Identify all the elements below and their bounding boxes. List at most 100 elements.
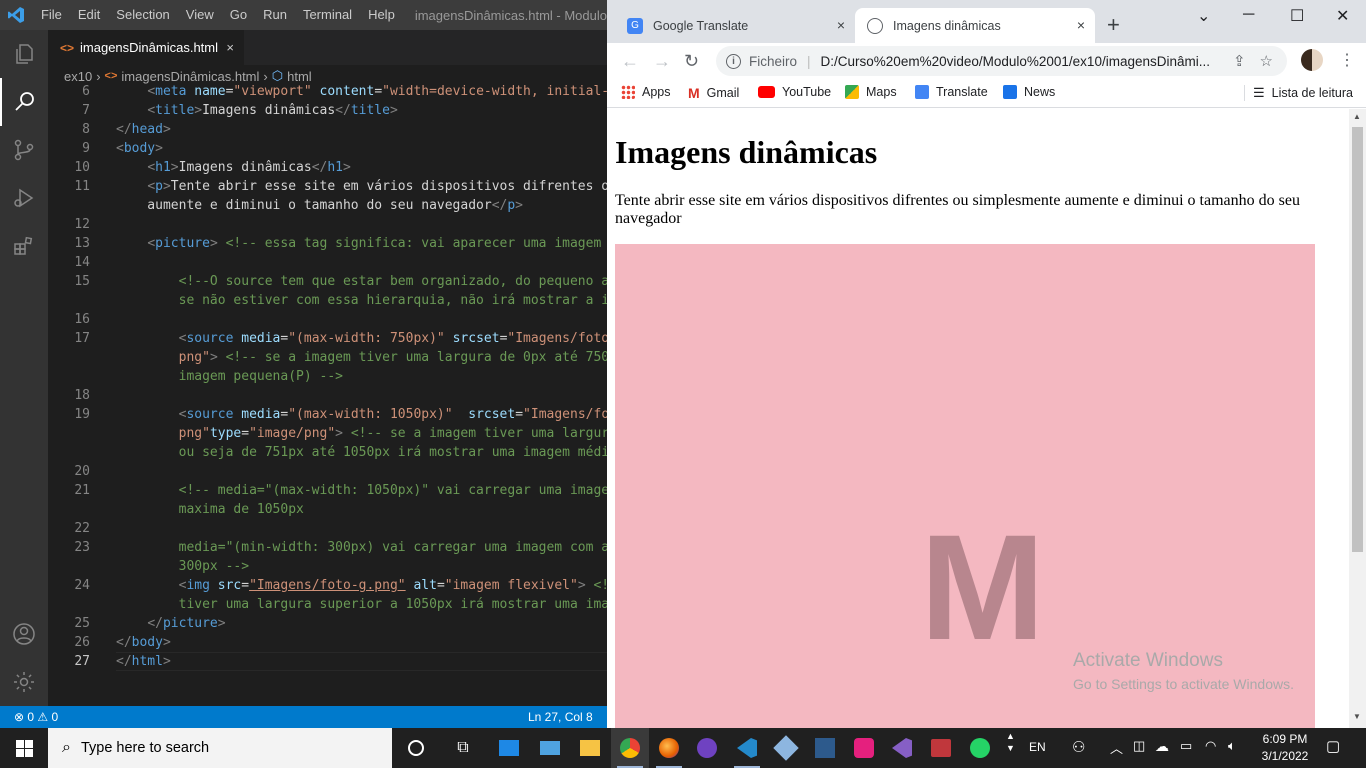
code-line: <source media="(max-width: 750px)" srcse… xyxy=(178,331,607,346)
taskbar-search[interactable]: ⌕ Type here to search xyxy=(48,728,392,768)
new-tab-button[interactable]: + xyxy=(1107,14,1120,36)
firefox-app-icon[interactable] xyxy=(650,728,688,768)
tab-search-icon[interactable]: ⌄ xyxy=(1197,6,1210,26)
scrollbar-thumb[interactable] xyxy=(1352,127,1363,552)
scroll-up-arrow-icon[interactable]: ▲ xyxy=(1353,112,1361,121)
line-number: 20 xyxy=(74,464,90,479)
line-number: 16 xyxy=(74,312,90,327)
wifi-icon[interactable]: ◠ xyxy=(1205,738,1216,754)
apps-grid-icon xyxy=(621,85,635,99)
watermark-title: Activate Windows xyxy=(1073,650,1223,671)
bookmarks-bar: Apps M Gmail YouTube Maps Translate News… xyxy=(607,79,1366,108)
code-line: se não estiver com essa hierarquia, não … xyxy=(178,293,607,308)
github-desktop-icon[interactable] xyxy=(688,728,726,768)
bookmark-translate[interactable]: Translate xyxy=(915,85,988,99)
code-editor[interactable]: 6 7 8 9 10 11 12 13 14 15 16 17 18 19 20 21 22 23 24 25 26 27… xyxy=(48,82,607,702)
tab-title: Google Translate xyxy=(653,18,749,33)
file-explorer-icon[interactable] xyxy=(571,728,609,768)
accounts-icon[interactable] xyxy=(0,610,48,658)
chrome-window: G Google Translate × Imagens dinâmicas ×… xyxy=(607,0,1366,728)
info-icon[interactable]: i xyxy=(726,53,741,69)
more-menu-icon[interactable]: ⋮ xyxy=(1339,50,1355,70)
source-control-icon[interactable] xyxy=(0,126,48,174)
address-url[interactable]: D:/Curso%20em%20video/Modulo%2001/ex10/i… xyxy=(821,54,1233,69)
battery-icon[interactable]: ▭ xyxy=(1180,738,1192,754)
forward-arrow-icon[interactable]: → xyxy=(653,51,671,72)
image-letter: M xyxy=(920,503,1045,671)
vscode-app-icon[interactable] xyxy=(728,728,766,768)
share-icon[interactable]: ⇪ xyxy=(1233,52,1246,70)
back-arrow-icon[interactable]: ← xyxy=(621,51,639,72)
extensions-icon[interactable] xyxy=(0,222,48,270)
page-content: Imagens dinâmicas Tente abrir esse site … xyxy=(607,109,1349,728)
remote-desktop-app-icon[interactable] xyxy=(531,728,569,768)
page-scrollbar[interactable]: ▲ ▼ xyxy=(1349,109,1366,728)
browser-toolbar: ← → ↻ i Ficheiro | D:/Curso%20em%20video… xyxy=(607,43,1366,79)
mysql-workbench-icon[interactable] xyxy=(806,728,844,768)
maximize-icon[interactable]: ☐ xyxy=(1290,6,1304,26)
profile-avatar[interactable] xyxy=(1301,49,1323,71)
reload-icon[interactable]: ↻ xyxy=(684,51,699,72)
menu-terminal[interactable]: Terminal xyxy=(295,0,360,30)
chrome-app-icon[interactable] xyxy=(611,728,649,768)
code-line: <source media="(max-width: 1050px)" srcs… xyxy=(178,407,607,422)
tab-close-icon[interactable]: × xyxy=(837,17,845,33)
menu-help[interactable]: Help xyxy=(360,0,403,30)
onedrive-cloud-icon[interactable]: ☁ xyxy=(1155,738,1169,755)
notifications-icon[interactable]: ▢ xyxy=(1326,737,1340,755)
explorer-icon[interactable] xyxy=(0,30,48,78)
language-indicator[interactable]: EN xyxy=(1029,740,1046,754)
show-hidden-icons-icon[interactable]: ︿ xyxy=(1110,738,1123,757)
menu-run[interactable]: Run xyxy=(255,0,295,30)
reading-list-button[interactable]: ☰ Lista de leitura xyxy=(1244,85,1353,101)
bookmark-news[interactable]: News xyxy=(1003,85,1055,99)
code-line: ou seja de 751px até 1050px irá mostrar … xyxy=(178,445,607,460)
browser-tab-google-translate[interactable]: G Google Translate × xyxy=(615,8,855,43)
tab-close-icon[interactable]: × xyxy=(226,40,234,55)
minimize-icon[interactable]: ─ xyxy=(1243,6,1254,24)
visual-studio-icon[interactable] xyxy=(883,728,921,768)
windows-logo-icon xyxy=(15,739,33,757)
bookmark-apps[interactable]: Apps xyxy=(621,85,671,99)
code-line: png"> <!-- se a imagem tiver uma largura… xyxy=(178,350,607,365)
editor-tab-active[interactable]: <> imagensDinâmicas.html × xyxy=(48,30,244,65)
wamp-app-icon[interactable] xyxy=(845,728,883,768)
search-icon: ⌕ xyxy=(62,739,71,756)
menu-go[interactable]: Go xyxy=(222,0,255,30)
browser-tab-imagens-dinamicas[interactable]: Imagens dinâmicas × xyxy=(855,8,1095,43)
bookmark-maps[interactable]: Maps xyxy=(845,85,897,99)
volume-icon[interactable]: 🔈︎ xyxy=(1228,738,1236,754)
status-cursor-position[interactable]: Ln 27, Col 8 xyxy=(528,710,593,724)
bookmark-star-icon[interactable]: ☆ xyxy=(1260,52,1273,70)
task-view-icon[interactable]: ⧉ xyxy=(444,728,482,768)
meet-now-icon[interactable]: ◫ xyxy=(1133,738,1145,754)
menu-file[interactable]: File xyxy=(33,0,70,30)
menu-edit[interactable]: Edit xyxy=(70,0,108,30)
bookmark-youtube[interactable]: YouTube xyxy=(758,85,831,99)
access-app-icon[interactable] xyxy=(922,728,960,768)
whatsapp-icon[interactable] xyxy=(961,728,999,768)
tab-close-icon[interactable]: × xyxy=(1077,17,1085,33)
people-icon[interactable]: ⚇ xyxy=(1072,738,1085,756)
start-button[interactable] xyxy=(0,728,48,768)
menu-view[interactable]: View xyxy=(178,0,222,30)
run-debug-icon[interactable] xyxy=(0,174,48,222)
status-problems[interactable]: ⊗ 0 ⚠ 0 xyxy=(14,710,58,724)
code-line: <title>Imagens dinâmicas</title> xyxy=(147,103,398,118)
calculator-app-icon[interactable] xyxy=(490,728,528,768)
line-number: 14 xyxy=(74,255,90,270)
settings-gear-icon[interactable] xyxy=(0,658,48,706)
current-line-highlight xyxy=(116,652,607,671)
activate-windows-watermark: Activate Windows Go to Settings to activ… xyxy=(1073,650,1294,692)
address-bar[interactable]: i Ficheiro | D:/Curso%20em%20video/Modul… xyxy=(716,46,1287,76)
bookmark-gmail[interactable]: M Gmail xyxy=(688,85,739,101)
search-icon[interactable] xyxy=(0,78,48,126)
cortana-icon[interactable] xyxy=(397,728,435,768)
search-placeholder: Type here to search xyxy=(80,740,210,756)
close-window-icon[interactable]: ✕ xyxy=(1336,6,1349,26)
tray-scroll-arrows-icon[interactable]: ▲ ▼ xyxy=(1006,730,1015,754)
virtualbox-app-icon[interactable] xyxy=(767,728,805,768)
scroll-down-arrow-icon[interactable]: ▼ xyxy=(1353,712,1361,721)
taskbar-clock[interactable]: 6:09 PM 3/1/2022 xyxy=(1250,731,1320,765)
menu-selection[interactable]: Selection xyxy=(108,0,177,30)
